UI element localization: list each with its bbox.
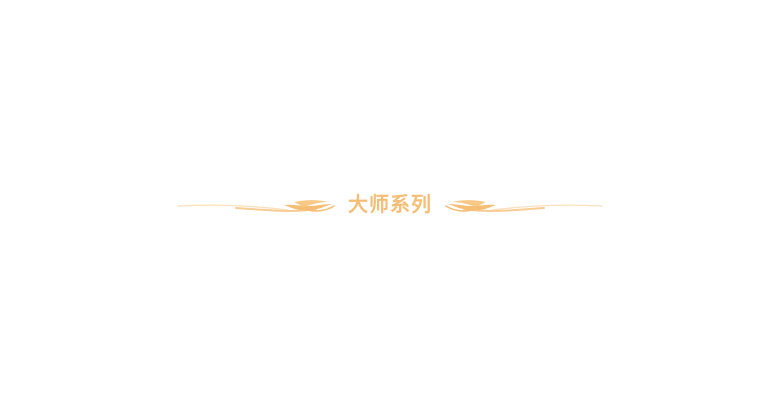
section-header: 大师系列 [170,186,610,222]
right-flourish-icon [445,200,603,212]
